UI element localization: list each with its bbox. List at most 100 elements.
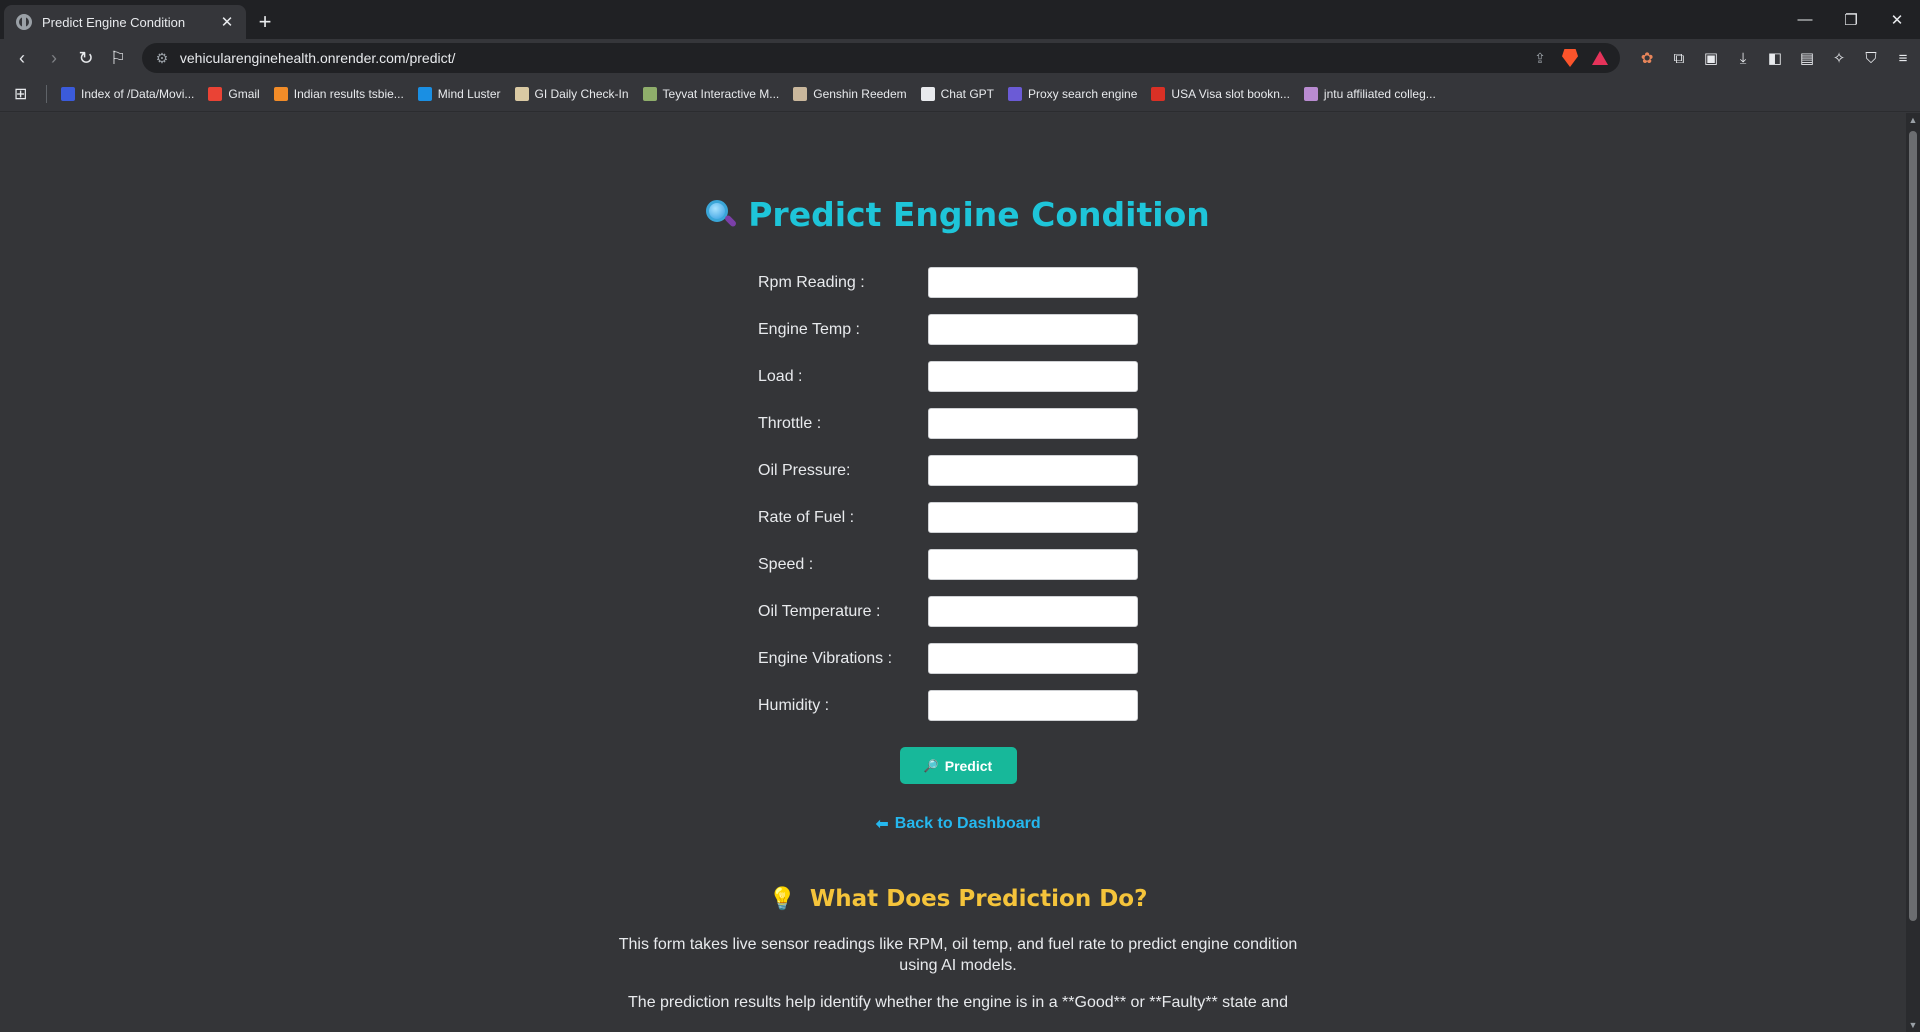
bookmark-item[interactable]: GI Daily Check-In bbox=[514, 87, 629, 101]
menu-icon[interactable]: ≡ bbox=[1894, 49, 1912, 67]
field-label: Oil Pressure: bbox=[758, 461, 851, 479]
minimize-button[interactable]: — bbox=[1782, 0, 1828, 39]
close-tab-icon[interactable]: ✕ bbox=[218, 13, 236, 31]
tab-strip: Predict Engine Condition ✕ + — ❐ ✕ bbox=[0, 0, 1920, 39]
sensor-input[interactable] bbox=[928, 549, 1138, 580]
magnifier-icon bbox=[706, 199, 738, 230]
predict-button-label: Predict bbox=[944, 757, 993, 774]
bookmark-favicon-icon bbox=[1008, 87, 1022, 101]
sensor-input[interactable] bbox=[928, 596, 1138, 627]
brave-rewards-icon[interactable] bbox=[1592, 51, 1609, 65]
form-row: Engine Vibrations : bbox=[758, 635, 1158, 682]
apps-grid-icon[interactable]: ⊞ bbox=[14, 84, 32, 104]
bookmark-favicon-icon bbox=[642, 87, 657, 101]
predict-button[interactable]: 🔎 Predict bbox=[899, 747, 1017, 784]
back-link-label: Back to Dashboard bbox=[894, 815, 1041, 832]
bookmark-favicon-icon bbox=[273, 87, 288, 101]
address-bar[interactable]: ⚙ vehicularenginehealth.onrender.com/pre… bbox=[141, 43, 1621, 73]
forward-button[interactable]: › bbox=[40, 44, 68, 72]
bookmark-favicon-icon bbox=[920, 87, 935, 101]
brave-shields-icon[interactable] bbox=[1562, 49, 1579, 67]
globe-icon bbox=[16, 14, 32, 30]
new-tab-button[interactable]: + bbox=[250, 5, 280, 39]
sensor-input[interactable] bbox=[928, 267, 1138, 298]
sensor-input[interactable] bbox=[928, 408, 1138, 439]
sensor-input[interactable] bbox=[928, 361, 1138, 392]
sensor-input[interactable] bbox=[928, 502, 1138, 533]
info-heading-text: What Does Prediction Do? bbox=[809, 886, 1148, 912]
bookmark-item[interactable]: Proxy search engine bbox=[1008, 87, 1137, 101]
page-scrollbar[interactable]: ▲ ▼ bbox=[1906, 113, 1920, 1032]
field-label: Speed : bbox=[758, 555, 814, 573]
page-title: Predict Engine Condition bbox=[578, 195, 1338, 234]
form-row: Oil Temperature : bbox=[758, 588, 1158, 635]
tab-title: Predict Engine Condition bbox=[42, 14, 186, 30]
predict-page: Predict Engine Condition Rpm Reading : En… bbox=[578, 113, 1338, 1013]
bookmark-label: jntu affiliated colleg... bbox=[1323, 87, 1436, 101]
form-row: Humidity : bbox=[758, 682, 1158, 729]
sensor-input[interactable] bbox=[928, 643, 1138, 674]
sidebar-icon[interactable]: ◧ bbox=[1766, 49, 1784, 67]
url-text[interactable]: vehicularenginehealth.onrender.com/predi… bbox=[180, 50, 1522, 66]
info-paragraph-1: This form takes live sensor readings lik… bbox=[618, 936, 1298, 974]
bookmark-item[interactable]: Genshin Reedem bbox=[793, 87, 907, 101]
bookmark-item[interactable]: Mind Luster bbox=[417, 87, 501, 101]
bookmark-favicon-icon bbox=[61, 87, 75, 101]
leo-ai-icon[interactable]: ✧ bbox=[1830, 49, 1848, 67]
restore-button[interactable]: ❐ bbox=[1828, 0, 1874, 39]
form-row: Throttle : bbox=[758, 400, 1158, 447]
browser-toolbar: ‹ › ↻ ⚐ ⚙ vehicularenginehealth.onrender… bbox=[0, 39, 1920, 77]
bookmark-label: Proxy search engine bbox=[1028, 87, 1138, 101]
arrow-left-icon: ⬅ bbox=[875, 816, 889, 833]
field-label: Rate of Fuel : bbox=[758, 508, 855, 526]
form-row: Oil Pressure: bbox=[758, 447, 1158, 494]
bookmark-label: Index of /Data/Movi... bbox=[81, 87, 195, 101]
field-label: Humidity : bbox=[758, 696, 830, 714]
bookmark-label: Teyvat Interactive M... bbox=[662, 87, 780, 101]
bookmarks-bar: ⊞ Index of /Data/Movi... Gmail Indian resu… bbox=[0, 77, 1920, 112]
window-controls: — ❐ ✕ bbox=[1782, 0, 1920, 39]
close-window-button[interactable]: ✕ bbox=[1874, 0, 1920, 39]
magnifier-icon: 🔎 bbox=[923, 758, 939, 773]
bookmark-item[interactable]: Indian results tsbie... bbox=[273, 87, 404, 101]
share-icon[interactable]: ⇪ bbox=[1532, 50, 1548, 67]
back-to-dashboard-link[interactable]: ⬅ Back to Dashboard bbox=[875, 814, 1040, 834]
bookmark-item[interactable]: jntu affiliated colleg... bbox=[1303, 87, 1436, 101]
info-paragraph-2: The prediction results help identify whe… bbox=[628, 994, 1288, 1011]
bookmark-favicon-icon bbox=[514, 87, 529, 101]
sensor-input[interactable] bbox=[928, 690, 1138, 721]
scroll-up-arrow-icon[interactable]: ▲ bbox=[1908, 115, 1918, 125]
download-icon[interactable]: ⤓ bbox=[1734, 49, 1752, 67]
reload-button[interactable]: ↻ bbox=[72, 44, 100, 72]
bookmark-item[interactable]: Teyvat Interactive M... bbox=[642, 87, 780, 101]
field-label: Rpm Reading : bbox=[758, 273, 865, 291]
sensor-input[interactable] bbox=[928, 455, 1138, 486]
extension-cookie-icon[interactable]: ✿ bbox=[1638, 49, 1656, 67]
back-button[interactable]: ‹ bbox=[8, 44, 36, 72]
scroll-down-arrow-icon[interactable]: ▼ bbox=[1908, 1020, 1918, 1030]
bookmark-label: GI Daily Check-In bbox=[534, 87, 629, 101]
bookmark-icon[interactable]: ⚐ bbox=[104, 44, 132, 72]
bookmarks-divider bbox=[46, 85, 47, 103]
tab-search-icon[interactable]: ▣ bbox=[1702, 49, 1720, 67]
extensions-puzzle-icon[interactable]: ⧉ bbox=[1670, 49, 1688, 67]
info-heading: 💡 What Does Prediction Do? bbox=[578, 886, 1338, 912]
bookmark-item[interactable]: USA Visa slot bookn... bbox=[1151, 87, 1290, 101]
bookmark-item[interactable]: Index of /Data/Movi... bbox=[61, 87, 194, 101]
tab-active[interactable]: Predict Engine Condition ✕ bbox=[4, 5, 246, 39]
bookmark-label: Gmail bbox=[228, 87, 260, 101]
field-label: Engine Vibrations : bbox=[758, 649, 893, 667]
bookmark-item[interactable]: Chat GPT bbox=[920, 87, 994, 101]
form-row: Speed : bbox=[758, 541, 1158, 588]
bookmark-label: Chat GPT bbox=[940, 87, 994, 101]
vpn-shield-icon[interactable]: ⛉ bbox=[1862, 49, 1880, 67]
site-info-icon[interactable]: ⚙ bbox=[154, 50, 170, 67]
sensor-input[interactable] bbox=[928, 314, 1138, 345]
bookmark-favicon-icon bbox=[1303, 87, 1318, 101]
scrollbar-thumb[interactable] bbox=[1909, 131, 1917, 921]
bookmark-item[interactable]: Gmail bbox=[208, 87, 260, 101]
bookmark-label: Mind Luster bbox=[437, 87, 501, 101]
field-label: Oil Temperature : bbox=[758, 602, 881, 620]
bookmark-favicon-icon bbox=[208, 87, 223, 101]
wallet-icon[interactable]: ▤ bbox=[1798, 49, 1816, 67]
